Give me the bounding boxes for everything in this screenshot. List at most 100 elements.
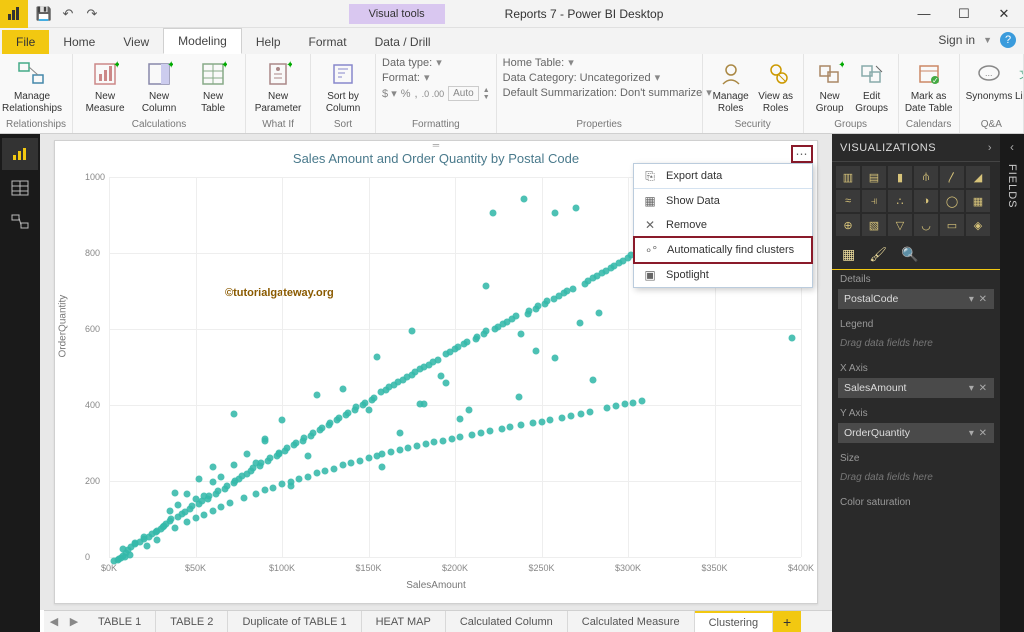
- expand-icon[interactable]: ‹: [1010, 134, 1014, 154]
- field-remove-icon[interactable]: ▾ ✕: [969, 294, 988, 305]
- viz-funnel[interactable]: ▽: [888, 214, 912, 236]
- viz-clustered-column[interactable]: ⫛: [914, 166, 938, 188]
- xaxis-field-pill[interactable]: SalesAmount▾ ✕: [838, 378, 994, 398]
- new-measure-button[interactable]: ✦New Measure: [79, 56, 131, 114]
- tab-home[interactable]: Home: [49, 30, 109, 54]
- minimize-button[interactable]: —: [904, 0, 944, 28]
- chevron-down-icon[interactable]: ▾: [568, 56, 574, 69]
- viz-card[interactable]: ▭: [940, 214, 964, 236]
- menu-spotlight[interactable]: ▣Spotlight: [634, 263, 812, 287]
- viz-donut[interactable]: ◯: [940, 190, 964, 212]
- menu-auto-find-clusters[interactable]: ∘°Automatically find clusters: [633, 236, 813, 264]
- yaxis-field-pill[interactable]: OrderQuantity▾ ✕: [838, 423, 994, 443]
- view-as-roles-button[interactable]: View as Roles: [755, 56, 797, 114]
- chevron-down-icon[interactable]: ▾: [436, 56, 442, 69]
- format-tab-icon[interactable]: 🖌: [869, 246, 887, 263]
- viz-clustered-bar[interactable]: ▤: [862, 166, 886, 188]
- undo-icon[interactable]: ↶: [58, 4, 78, 24]
- scatter-chart-visual[interactable]: ═ ⋯ ⎘Export data ▦Show Data ✕Remove ∘°Au…: [54, 140, 818, 604]
- tab-data-drill[interactable]: Data / Drill: [361, 30, 445, 54]
- new-parameter-button[interactable]: ✦New Parameter: [252, 56, 304, 114]
- menu-show-data[interactable]: ▦Show Data: [634, 188, 812, 213]
- edit-groups-button[interactable]: Edit Groups: [852, 56, 892, 114]
- tab-view[interactable]: View: [109, 30, 163, 54]
- mark-as-date-table-button[interactable]: ✓Mark as Date Table: [905, 56, 953, 114]
- auto-precision[interactable]: Auto: [448, 86, 479, 101]
- page-tab-table1[interactable]: TABLE 1: [84, 611, 156, 632]
- menu-tabbar: File Home View Modeling Help Format Data…: [0, 28, 1024, 54]
- manage-relationships-button[interactable]: Manage Relationships: [6, 56, 58, 114]
- synonyms-button[interactable]: ...Synonyms: [966, 56, 1013, 103]
- menu-export-data[interactable]: ⎘Export data: [634, 164, 812, 188]
- chevron-down-icon[interactable]: ▼: [983, 35, 992, 45]
- viz-treemap[interactable]: ▦: [966, 190, 990, 212]
- page-tab-heatmap[interactable]: HEAT MAP: [362, 611, 446, 632]
- viz-area[interactable]: ◢: [966, 166, 990, 188]
- fields-tab-icon[interactable]: ▦: [842, 246, 855, 263]
- signin-link[interactable]: Sign in: [938, 33, 975, 47]
- size-drag-hint[interactable]: Drag data fields here: [838, 468, 994, 487]
- new-column-button[interactable]: ✦New Column: [133, 56, 185, 114]
- page-tab-clustering[interactable]: Clustering: [695, 611, 774, 632]
- tab-format[interactable]: Format: [295, 30, 361, 54]
- comma-icon[interactable]: ,: [415, 88, 418, 100]
- home-table-label: Home Table:: [503, 57, 565, 69]
- more-options-button[interactable]: ⋯: [791, 145, 813, 163]
- field-remove-icon[interactable]: ▾ ✕: [969, 428, 988, 439]
- x-axis-label: SalesAmount: [406, 580, 465, 591]
- help-icon[interactable]: ?: [1000, 32, 1016, 48]
- spinner-down[interactable]: ▼: [483, 94, 490, 101]
- analytics-tab-icon[interactable]: 🔍: [901, 246, 918, 263]
- viz-waterfall[interactable]: ⫣: [862, 190, 886, 212]
- sort-by-column-button[interactable]: Sort by Column: [317, 56, 369, 114]
- tab-help[interactable]: Help: [242, 30, 295, 54]
- model-view-icon[interactable]: [2, 206, 38, 238]
- chevron-down-icon[interactable]: ▾: [424, 71, 430, 84]
- legend-drag-hint[interactable]: Drag data fields here: [838, 334, 994, 353]
- viz-ribbon[interactable]: ≈: [836, 190, 860, 212]
- decimal-icon[interactable]: .0 .00: [422, 89, 445, 99]
- new-table-button[interactable]: ✦New Table: [187, 56, 239, 114]
- save-icon[interactable]: 💾: [34, 4, 54, 24]
- redo-icon[interactable]: ↷: [82, 4, 102, 24]
- ribbon: Manage Relationships Relationships ✦New …: [0, 54, 1024, 134]
- viz-gauge[interactable]: ◡: [914, 214, 938, 236]
- svg-text:✦: ✦: [167, 60, 173, 71]
- viz-kpi[interactable]: ◈: [966, 214, 990, 236]
- add-page-button[interactable]: +: [773, 611, 801, 632]
- field-remove-icon[interactable]: ▾ ✕: [969, 383, 988, 394]
- details-field-pill[interactable]: PostalCode▾ ✕: [838, 289, 994, 309]
- report-view-icon[interactable]: [2, 138, 38, 170]
- chevron-down-icon[interactable]: ▾: [655, 71, 661, 84]
- viz-filled-map[interactable]: ▧: [862, 214, 886, 236]
- menu-remove[interactable]: ✕Remove: [634, 213, 812, 237]
- viz-stacked-bar[interactable]: ▥: [836, 166, 860, 188]
- drag-handle-icon[interactable]: ═: [423, 140, 449, 145]
- scroll-right-icon[interactable]: ▶: [64, 611, 84, 632]
- page-tab-calc-column[interactable]: Calculated Column: [446, 611, 568, 632]
- page-tab-duplicate[interactable]: Duplicate of TABLE 1: [228, 611, 361, 632]
- data-view-icon[interactable]: [2, 172, 38, 204]
- scroll-left-icon[interactable]: ◀: [44, 611, 64, 632]
- new-group-button[interactable]: ✦New Group: [810, 56, 850, 114]
- viz-scatter[interactable]: ∴: [888, 190, 912, 212]
- linguistic-button[interactable]: 文ALingui: [1014, 56, 1024, 103]
- group-label-sort: Sort: [317, 118, 369, 131]
- viz-map[interactable]: ⊕: [836, 214, 860, 236]
- viz-stacked-column[interactable]: ▮: [888, 166, 912, 188]
- viz-pie[interactable]: ◑: [914, 190, 938, 212]
- page-tab-calc-measure[interactable]: Calculated Measure: [568, 611, 695, 632]
- maximize-button[interactable]: ☐: [944, 0, 984, 28]
- page-tab-table2[interactable]: TABLE 2: [156, 611, 228, 632]
- tab-modeling[interactable]: Modeling: [163, 28, 242, 54]
- currency-icon[interactable]: $ ▾: [382, 87, 397, 100]
- collapse-icon[interactable]: ›: [988, 142, 992, 154]
- viz-line[interactable]: 〳: [940, 166, 964, 188]
- group-label-whatif: What If: [252, 118, 304, 131]
- percent-icon[interactable]: %: [401, 88, 411, 100]
- tab-file[interactable]: File: [2, 30, 49, 54]
- manage-roles-button[interactable]: Manage Roles: [709, 56, 753, 114]
- fields-pane-collapsed[interactable]: ‹ FIELDS: [1000, 134, 1024, 632]
- spinner-up[interactable]: ▲: [483, 87, 490, 94]
- close-button[interactable]: ✕: [984, 0, 1024, 28]
